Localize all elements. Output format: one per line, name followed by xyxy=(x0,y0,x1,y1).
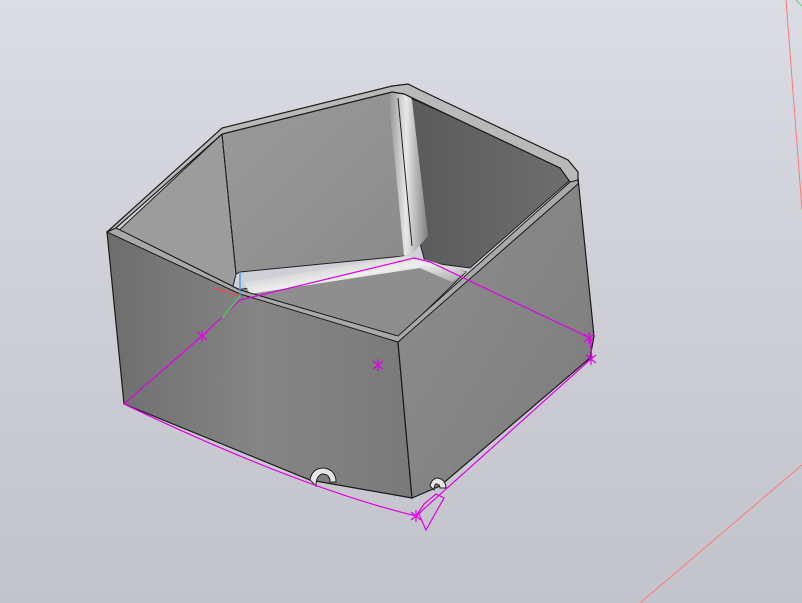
3d-viewport[interactable] xyxy=(0,0,802,603)
model-scene[interactable] xyxy=(0,0,802,603)
reference-lines xyxy=(639,0,802,603)
inner-back-wall[interactable] xyxy=(221,91,419,275)
